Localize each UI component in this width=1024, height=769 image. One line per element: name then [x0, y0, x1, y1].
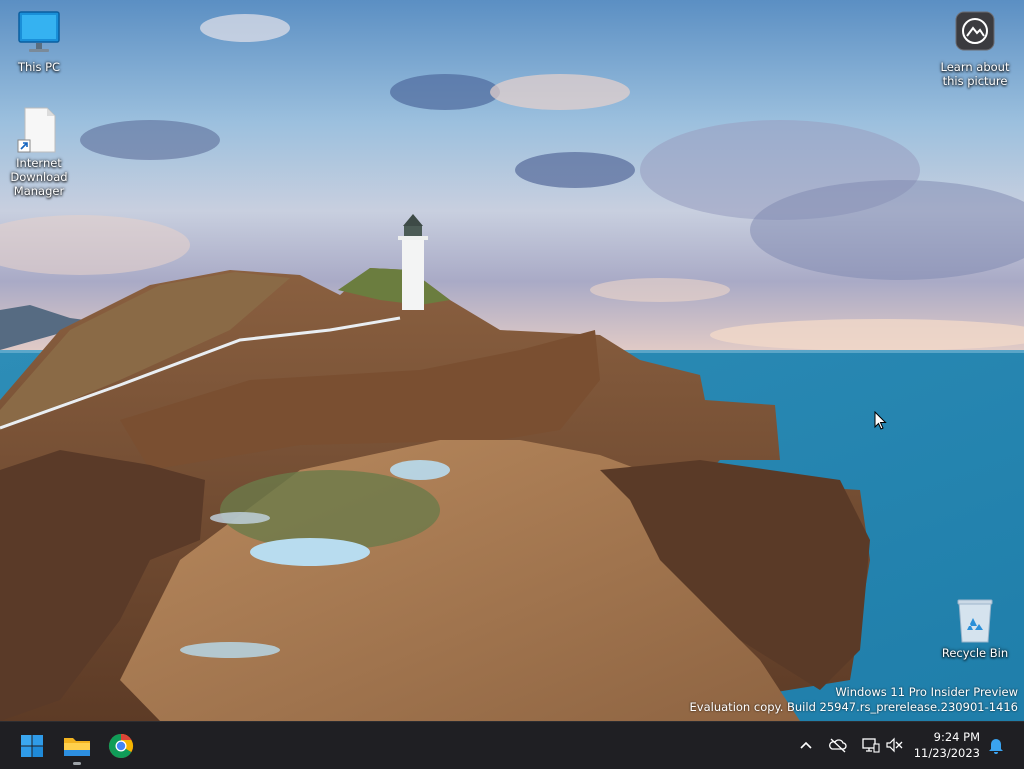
notification-center-button[interactable] [986, 734, 1006, 756]
desktop-icon-internet-download-manager[interactable]: Internet Download Manager [1, 106, 77, 198]
desktop-icon-label: Internet Download Manager [10, 156, 68, 198]
evaluation-watermark: Windows 11 Pro Insider Preview Evaluatio… [690, 685, 1018, 715]
start-button[interactable] [14, 728, 50, 764]
desktop-icon-this-pc[interactable]: This PC [1, 10, 77, 74]
taskbar-clock[interactable]: 9:24 PM 11/23/2023 [914, 729, 980, 761]
monitor-icon [15, 10, 63, 58]
onedrive-tray-button[interactable] [828, 734, 848, 756]
windows-start-icon [21, 735, 43, 757]
taskbar-app-file-explorer[interactable] [59, 728, 95, 765]
desktop-icon-label: Learn about this picture [940, 60, 1010, 88]
notification-bell-icon [989, 739, 1003, 754]
spotlight-camera-icon [951, 10, 999, 58]
clock-date: 11/23/2023 [913, 746, 980, 760]
network-tray-button[interactable] [860, 734, 880, 756]
desktop-icon-recycle-bin[interactable]: Recycle Bin [937, 596, 1013, 660]
running-indicator [73, 762, 81, 765]
desktop-wallpaper [0, 0, 1024, 721]
recycle-bin-icon [951, 596, 999, 644]
taskbar-app-chrome[interactable] [103, 728, 139, 764]
chrome-icon [108, 734, 134, 759]
desktop-icon-label: This PC [17, 60, 61, 74]
volume-muted-icon [886, 737, 903, 753]
mouse-cursor-icon [874, 411, 887, 430]
network-icon [862, 738, 880, 753]
desktop-icon-label: Recycle Bin [941, 646, 1009, 660]
file-shortcut-icon [15, 106, 63, 154]
taskbar: 9:24 PM 11/23/2023 [0, 721, 1024, 769]
volume-tray-button[interactable] [884, 734, 904, 756]
desktop-icon-learn-about-picture[interactable]: Learn about this picture [937, 10, 1013, 88]
wallpaper-scene [0, 0, 1024, 721]
chevron-up-icon [800, 741, 812, 749]
show-hidden-icons-button[interactable] [796, 734, 816, 756]
file-explorer-icon [64, 738, 90, 756]
onedrive-offline-icon [829, 738, 847, 753]
watermark-build: Evaluation copy. Build 25947.rs_prerelea… [689, 700, 1018, 714]
watermark-edition: Windows 11 Pro Insider Preview [835, 685, 1018, 699]
clock-time: 9:24 PM [933, 730, 980, 744]
